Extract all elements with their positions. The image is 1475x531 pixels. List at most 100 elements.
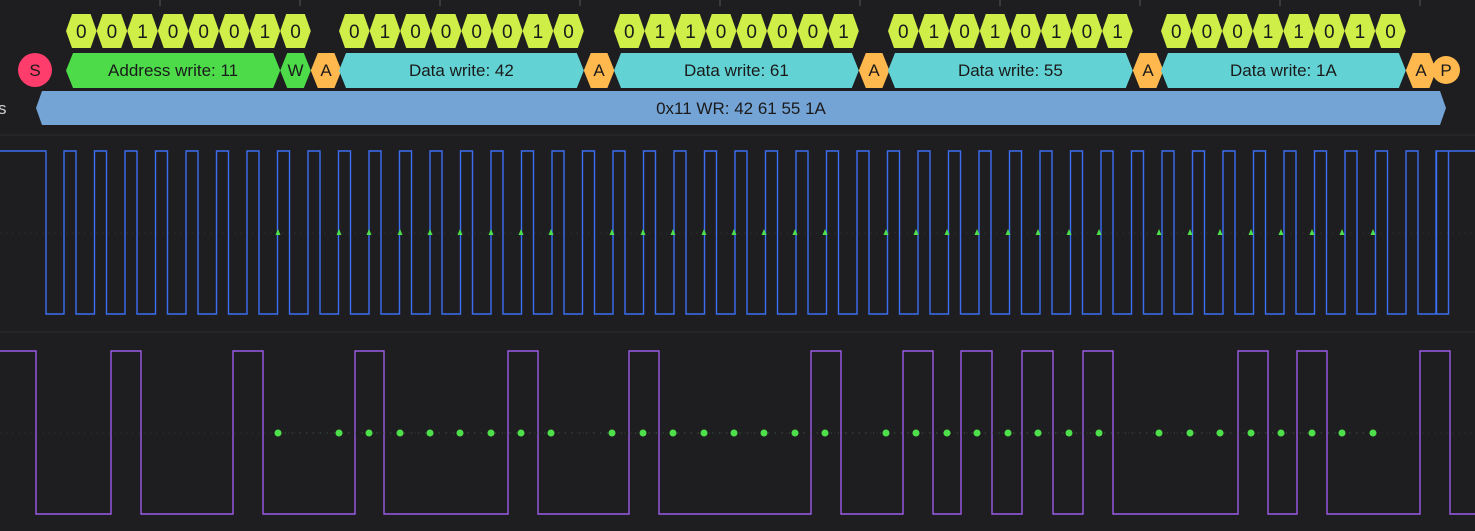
bit-value: 1 [380,22,391,43]
ack-field-label: A [1415,61,1427,80]
bit-value: 0 [1324,22,1335,43]
sda-sample-dot [973,429,981,437]
scl-sample-marker [366,229,372,235]
sda-sample-dot [1034,429,1042,437]
sda-sample-dot [456,429,464,437]
bit-value: 0 [441,22,452,43]
sda-sample-dot [1247,429,1255,437]
bits-row: 0010001001000010011000010101010100011010 [66,14,1406,48]
sda-sample-dot [1216,429,1224,437]
bit-value: 0 [624,22,635,43]
bit-value: 0 [1385,22,1396,43]
bit-value: 0 [168,22,179,43]
bit-value: 0 [198,22,209,43]
sda-signal [0,350,1475,515]
bit-value: 1 [137,22,148,43]
sda-sample-dot [821,429,829,437]
sda-sample-dot [335,429,343,437]
sda-sample-dot [791,429,799,437]
rw-field-label: W [287,61,303,80]
scl-sample-marker [427,229,433,235]
scl-sample-marker [640,229,646,235]
sda-sample-dot [882,429,890,437]
scl-sample-marker [518,229,524,235]
bit-value: 1 [1051,22,1062,43]
bit-value: 0 [563,22,574,43]
side-panel: s [0,99,7,118]
ack-field-label: A [593,61,605,80]
bit-value: 1 [260,22,271,43]
sda-sample-dot [1369,429,1377,437]
bit-value: 0 [1202,22,1213,43]
sda-sample-dot [943,429,951,437]
bit-value: 0 [76,22,87,43]
bit-value: 0 [898,22,909,43]
sda-sample-dot [1308,429,1316,437]
sda-sample-dot [639,429,647,437]
sda-sample-dot [1338,429,1346,437]
sda-sample-dot [912,429,920,437]
bit-value: 1 [1263,22,1274,43]
sda-sample-dot [608,429,616,437]
bit-value: 0 [107,22,118,43]
scl-sample-marker [548,229,554,235]
bit-value: 1 [990,22,1001,43]
sda-sample-dot [1004,429,1012,437]
address-field-label: Address write: 11 [108,61,238,80]
i2c-decoder-view: 0010001001000010011000010101010100011010… [0,0,1475,515]
side-label: s [0,99,7,118]
sda-sample-dot [487,429,495,437]
scl-sample-marker [397,229,403,235]
bit-value: 0 [777,22,788,43]
bit-value: 0 [808,22,819,43]
scl-sample-marker [1309,229,1315,235]
scl-sample-marker [488,229,494,235]
bit-value: 1 [1112,22,1123,43]
sda-sample-dot [669,429,677,437]
scl-sample-marker [731,229,737,235]
sda-sample-dot [730,429,738,437]
scl-sample-marker [457,229,463,235]
scl-sample-marker [336,229,342,235]
bit-value: 0 [502,22,513,43]
bit-value: 0 [746,22,757,43]
bit-value: 0 [716,22,727,43]
bit-value: 1 [1293,22,1304,43]
bit-value: 1 [1355,22,1366,43]
bit-value: 0 [410,22,421,43]
stop-marker-label: P [1440,61,1451,80]
sda-sample-dot [700,429,708,437]
bit-value: 0 [229,22,240,43]
scl-signal [0,150,1475,315]
transaction-row: 0x11 WR: 42 61 55 1A [36,91,1446,125]
bit-value: 0 [959,22,970,43]
bit-value: 0 [471,22,482,43]
ack-field-label: A [868,61,880,80]
sda-sample-dot [1186,429,1194,437]
ack-field-label: A [1142,61,1154,80]
scl-sample-marker [1278,229,1284,235]
bit-value: 1 [838,22,849,43]
bit-value: 0 [1020,22,1031,43]
ack-field-label: A [320,61,332,80]
bit-value: 0 [349,22,360,43]
bit-value: 1 [533,22,544,43]
data-field-label: Data write: 42 [409,61,514,80]
bit-value: 0 [290,22,301,43]
bit-value: 1 [685,22,696,43]
bit-value: 0 [1232,22,1243,43]
scl-sample-marker [275,229,281,235]
sda-sample-dot [274,429,282,437]
scl-waveform [0,150,1475,315]
scl-sample-marker [609,229,615,235]
scl-sample-marker [1370,229,1376,235]
data-field-label: Data write: 61 [684,61,789,80]
start-marker-label: S [29,61,40,80]
data-field-label: Data write: 55 [958,61,1063,80]
bit-value: 0 [1171,22,1182,43]
scl-sample-marker [1156,229,1162,235]
transaction-label: 0x11 WR: 42 61 55 1A [656,99,826,118]
bit-value: 1 [655,22,666,43]
sda-sample-dot [426,429,434,437]
scl-sample-marker [701,229,707,235]
